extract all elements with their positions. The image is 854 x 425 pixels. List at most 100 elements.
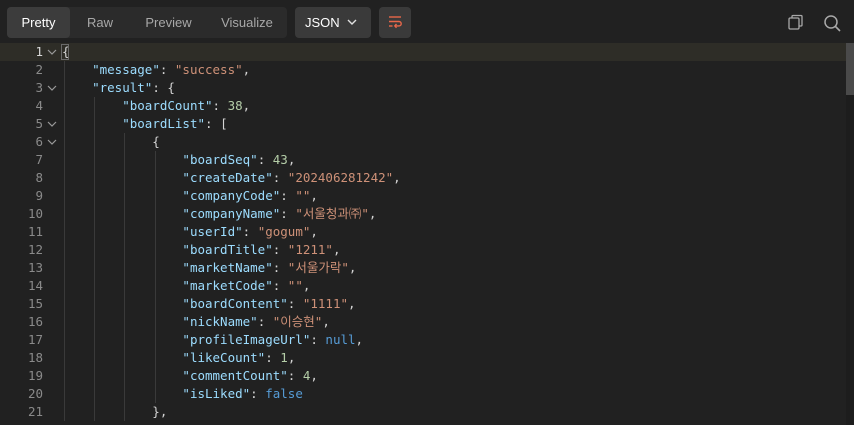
- fold-chevron-down-icon[interactable]: [47, 137, 57, 147]
- code-token: "message": [92, 62, 160, 77]
- code-token: : [: [205, 116, 228, 131]
- line-number: 18: [27, 350, 43, 365]
- code-token: ,: [332, 242, 341, 257]
- code-token: ,: [310, 368, 318, 383]
- code-token: "boardTitle": [182, 242, 273, 257]
- code-token: ,: [322, 314, 330, 329]
- tab-preview[interactable]: Preview: [130, 7, 207, 38]
- code-line: 7 "boardSeq": 43,: [0, 151, 846, 169]
- code-token: null: [325, 332, 356, 347]
- copy-button[interactable]: [782, 11, 806, 35]
- vertical-scrollbar[interactable]: [846, 43, 854, 425]
- line-number: 4: [35, 98, 43, 113]
- code-token: "boardList": [122, 116, 206, 131]
- code-token: :: [287, 296, 303, 311]
- code-line: 9 "companyCode": "",: [0, 187, 846, 205]
- code-token: :: [272, 242, 288, 257]
- code-token: "boardCount": [122, 98, 213, 113]
- code-text: "result": {: [62, 79, 175, 97]
- code-token: :: [272, 170, 288, 185]
- code-line: 10 "companyName": "서울청과㈜",: [0, 205, 846, 223]
- code-text: "createDate": "202406281242",: [62, 169, 400, 187]
- code-token: ,: [302, 278, 311, 293]
- line-number: 11: [27, 224, 43, 239]
- code-token: :: [250, 386, 266, 401]
- code-token: :: [212, 98, 228, 113]
- code-token: "boardContent": [182, 296, 288, 311]
- line-number: 20: [27, 386, 43, 401]
- code-text: "boardTitle": "1211",: [62, 241, 340, 259]
- code-token: 1: [280, 350, 288, 365]
- code-text: "boardContent": "1111",: [62, 295, 355, 313]
- line-number: 3: [35, 80, 43, 95]
- code-line: 20 "isLiked": false: [0, 385, 846, 403]
- wrap-lines-button[interactable]: [379, 7, 411, 38]
- chevron-down-icon: [347, 19, 357, 25]
- line-number: 14: [27, 278, 43, 293]
- code-text: "userId": "gogum",: [62, 223, 318, 241]
- fold-chevron-down-icon[interactable]: [47, 83, 57, 93]
- code-line: 14 "marketCode": "",: [0, 277, 846, 295]
- search-icon: [824, 15, 841, 32]
- wrap-lines-icon: [389, 16, 402, 29]
- code-token: ,: [348, 260, 357, 275]
- response-toolbar: Pretty Raw Preview Visualize JSON: [0, 0, 854, 44]
- copy-icon: [788, 14, 803, 30]
- code-token: "isLiked": [182, 386, 251, 401]
- fold-chevron-down-icon[interactable]: [47, 119, 57, 129]
- code-line: 18 "likeCount": 1,: [0, 349, 846, 367]
- code-line: 16 "nickName": "이승현",: [0, 313, 846, 331]
- search-button[interactable]: [820, 11, 844, 35]
- code-token: : {: [152, 80, 175, 95]
- code-text: "companyCode": "",: [62, 187, 318, 205]
- tab-pretty[interactable]: Pretty: [7, 7, 70, 38]
- line-number: 13: [27, 260, 43, 275]
- code-token: "gogum": [257, 224, 311, 239]
- code-text: "boardCount": 38,: [62, 97, 250, 115]
- line-number: 9: [35, 188, 43, 203]
- response-body-editor[interactable]: 1{2 "message": "success", 3 "result": {4 …: [0, 43, 846, 425]
- code-text: "marketCode": "",: [62, 277, 310, 295]
- code-token: :: [242, 224, 258, 239]
- code-token: "createDate": [182, 170, 273, 185]
- format-dropdown[interactable]: JSON: [295, 7, 371, 38]
- code-token: "result": [92, 80, 153, 95]
- code-text: "boardSeq": 43,: [62, 151, 295, 169]
- line-number: 21: [27, 404, 43, 419]
- code-token: :: [280, 206, 296, 221]
- code-token: {: [62, 134, 160, 149]
- code-line: 5 "boardList": [: [0, 115, 846, 133]
- code-token: "1111": [302, 296, 348, 311]
- line-number: 17: [27, 332, 43, 347]
- code-token: 43: [272, 152, 288, 167]
- code-line: 17 "profileImageUrl": null,: [0, 331, 846, 349]
- code-line: 1{: [0, 43, 846, 61]
- code-text: "profileImageUrl": null,: [62, 331, 363, 349]
- tab-raw[interactable]: Raw: [70, 7, 130, 38]
- code-token: ,: [287, 350, 296, 365]
- code-line: 2 "message": "success",: [0, 61, 846, 79]
- code-token: "marketName": [182, 260, 273, 275]
- code-token: "이승현": [272, 314, 323, 329]
- line-number: 19: [27, 368, 43, 383]
- code-text: "nickName": "이승현",: [62, 313, 330, 331]
- code-token: "": [295, 188, 311, 203]
- code-line: 8 "createDate": "202406281242",: [0, 169, 846, 187]
- code-token: "서울청과㈜": [295, 206, 369, 221]
- fold-chevron-down-icon[interactable]: [47, 47, 57, 57]
- scrollbar-thumb[interactable]: [846, 43, 854, 95]
- tab-visualize[interactable]: Visualize: [207, 7, 287, 38]
- code-token: "202406281242": [287, 170, 394, 185]
